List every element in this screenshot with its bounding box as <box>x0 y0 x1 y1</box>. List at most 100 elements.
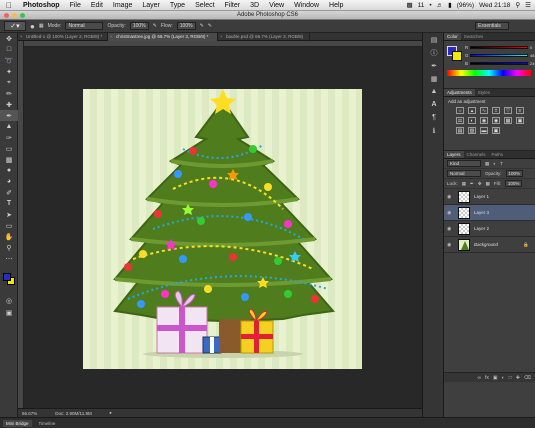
brush-tool-icon[interactable]: ✒ <box>0 110 18 121</box>
notifications-icon[interactable]: ☰ <box>525 1 531 9</box>
color-lookup-icon[interactable]: ▦ <box>504 117 512 124</box>
new-adjustment-icon[interactable]: ◐ <box>502 375 505 381</box>
delete-layer-icon[interactable]: ⌫ <box>524 375 531 381</box>
new-group-icon[interactable]: □ <box>509 375 512 381</box>
workspace-select[interactable]: Essentials <box>475 22 509 30</box>
tab-adjustments[interactable]: Adjustments <box>444 89 475 96</box>
g-slider[interactable] <box>470 54 528 57</box>
lasso-tool-icon[interactable]: ➰ <box>0 55 18 66</box>
visibility-eye-icon[interactable]: ◉ <box>447 194 454 200</box>
history-panel-icon[interactable]: ▤ <box>423 33 445 46</box>
color-ramp[interactable] <box>447 70 531 76</box>
path-selection-tool-icon[interactable]: ➤ <box>0 209 18 220</box>
hand-tool-icon[interactable]: ✋ <box>0 231 18 242</box>
brush-presets-icon[interactable]: ▦ <box>423 72 445 85</box>
layer-fill-field[interactable]: 100% <box>504 180 523 187</box>
filter-type-icon[interactable]: T <box>500 161 503 166</box>
screen-mode-icon[interactable]: ▣ <box>0 307 18 318</box>
clone-stamp-tool-icon[interactable]: ▲ <box>0 121 18 132</box>
color-swatches[interactable] <box>0 271 18 291</box>
color-balance-icon[interactable]: ⚖ <box>456 117 464 124</box>
layer-row-background[interactable]: ◉ Background 🔒 <box>444 237 535 253</box>
visibility-eye-icon[interactable]: ◉ <box>447 242 454 248</box>
filter-adjustment-icon[interactable]: ◐ <box>493 161 496 166</box>
brush-panel-icon[interactable]: ✒ <box>423 59 445 72</box>
layer-name[interactable]: Background <box>474 242 498 247</box>
layer-name[interactable]: Layer 1 <box>474 194 489 199</box>
layer-name[interactable]: Layer 2 <box>474 226 489 231</box>
tab-color[interactable]: Color <box>444 33 461 40</box>
lock-pixels-icon[interactable]: ✒ <box>470 181 474 187</box>
vibrance-icon[interactable]: ▽ <box>504 107 512 114</box>
tab-untitled-1[interactable]: Untitled-1 @ 100% (Layer 2, RGB/8) * <box>18 33 108 41</box>
quick-select-tool-icon[interactable]: ✦ <box>0 66 18 77</box>
visibility-eye-icon[interactable]: ◉ <box>447 210 454 216</box>
healing-brush-tool-icon[interactable]: ✚ <box>0 99 18 110</box>
invert-icon[interactable]: ▣ <box>516 117 524 124</box>
zoom-tool-icon[interactable]: ⚲ <box>0 242 18 253</box>
background-color-chip[interactable] <box>452 51 462 61</box>
flow-field[interactable]: 100% <box>176 22 196 30</box>
brush-size-icon[interactable]: ● <box>30 22 35 31</box>
lock-all-icon[interactable]: ▩ <box>486 181 490 187</box>
shape-tool-icon[interactable]: ▭ <box>0 220 18 231</box>
properties-panel-icon[interactable]: ⓘ <box>423 46 445 59</box>
gradient-tool-icon[interactable]: ▩ <box>0 154 18 165</box>
brightness-contrast-icon[interactable]: ☼ <box>456 107 464 114</box>
dodge-tool-icon[interactable]: ◕ <box>0 176 18 187</box>
menu-help[interactable]: Help <box>324 2 348 9</box>
menu-app-name[interactable]: Photoshop <box>18 2 65 9</box>
status-menu-icon[interactable]: ▸ <box>110 410 112 416</box>
blend-mode-select[interactable]: Normal <box>447 170 481 177</box>
move-tool-icon[interactable]: ✥ <box>0 33 18 44</box>
visibility-eye-icon[interactable]: ◉ <box>447 226 454 232</box>
blur-tool-icon[interactable]: ● <box>0 165 18 176</box>
brush-preset-picker[interactable]: ✓▾ <box>4 21 26 31</box>
tab-channels[interactable]: Channels <box>464 151 489 158</box>
hue-saturation-icon[interactable]: ≡ <box>516 107 524 114</box>
r-value[interactable]: 0 <box>530 45 532 50</box>
layer-row[interactable]: ◉ Layer 2 <box>444 221 535 237</box>
type-tool-icon[interactable]: T <box>0 198 18 209</box>
layer-style-icon[interactable]: fx <box>485 375 489 381</box>
gradient-map-icon[interactable]: ▬ <box>480 127 488 134</box>
selective-color-icon[interactable]: ▣ <box>492 127 500 134</box>
eyedropper-tool-icon[interactable]: ✏ <box>0 88 18 99</box>
tab-layers[interactable]: Layers <box>444 151 464 158</box>
volume-icon[interactable]: ♬ <box>437 2 444 9</box>
menu-3d[interactable]: 3D <box>245 2 264 9</box>
character-panel-icon[interactable]: A <box>423 98 445 111</box>
bluetooth-icon[interactable]: • <box>429 2 431 9</box>
menu-image[interactable]: Image <box>108 2 137 9</box>
b-value[interactable]: 243 <box>530 61 535 66</box>
pen-tool-icon[interactable]: ✐ <box>0 187 18 198</box>
layer-opacity-field[interactable]: 100% <box>505 170 524 177</box>
airbrush-icon[interactable]: ✎ <box>200 23 204 29</box>
curves-icon[interactable]: ∿ <box>480 107 488 114</box>
tab-timeline[interactable]: Timeline <box>36 420 59 427</box>
levels-icon[interactable]: ▴ <box>468 107 476 114</box>
threshold-icon[interactable]: ▧ <box>468 127 476 134</box>
foreground-color-swatch[interactable] <box>3 273 11 281</box>
battery-icon[interactable]: ▮ <box>448 1 452 9</box>
document-size-info[interactable]: Doc: 2.90M/11.9M <box>55 411 91 416</box>
tab-bauble[interactable]: bauble.psd @ 66.7% (Layer 3, RGB/8) <box>218 33 310 41</box>
tab-swatches[interactable]: Swatches <box>461 33 487 40</box>
menu-select[interactable]: Select <box>190 2 219 9</box>
r-slider[interactable] <box>470 46 528 49</box>
mode-select[interactable]: Normal <box>65 22 104 30</box>
eraser-tool-icon[interactable]: ▭ <box>0 143 18 154</box>
layer-kind-filter[interactable]: Kind <box>447 160 481 167</box>
new-layer-icon[interactable]: ✚ <box>516 375 520 381</box>
photo-filter-icon[interactable]: ◉ <box>480 117 488 124</box>
black-white-icon[interactable]: ◐ <box>468 117 476 124</box>
opacity-field[interactable]: 100% <box>129 22 149 30</box>
history-brush-tool-icon[interactable]: ✑ <box>0 132 18 143</box>
brush-panel-icon[interactable]: ▦ <box>39 23 44 29</box>
lock-transparency-icon[interactable]: ▦ <box>462 181 466 187</box>
menu-window[interactable]: Window <box>289 2 324 9</box>
paragraph-panel-icon[interactable]: ¶ <box>423 111 445 124</box>
g-value[interactable]: 48 <box>530 53 534 58</box>
posterize-icon[interactable]: ▤ <box>456 127 464 134</box>
zoom-level[interactable]: 66.67% <box>22 411 37 416</box>
